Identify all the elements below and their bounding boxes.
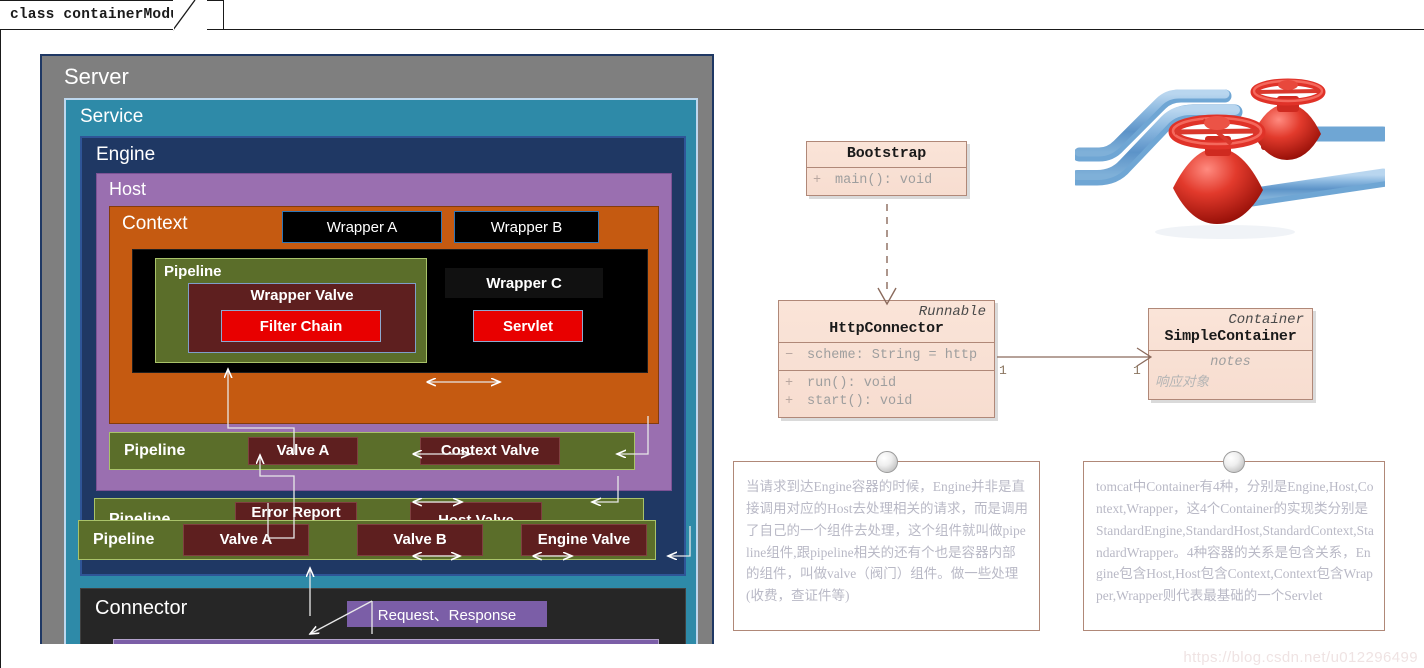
wrapper-c-box: Wrapper C xyxy=(445,268,603,298)
uml-class-simplecontainer-header: Container SimpleContainer xyxy=(1149,309,1312,350)
service-layer-label: Service xyxy=(80,106,144,127)
request-response-box: Request、Response xyxy=(347,601,547,627)
host-layer-label: Host xyxy=(109,179,147,199)
association-target-multiplicity: 1 xyxy=(1133,363,1141,378)
uml-class-bootstrap-methods: + main(): void xyxy=(807,168,966,195)
wrapper-a-box: Wrapper A xyxy=(282,211,442,243)
uml-class-httpconnector-methods: + run(): void + start(): void xyxy=(779,371,994,416)
context-pipeline-row: Pipeline Valve A Context Valve xyxy=(109,432,635,470)
context-layer: Context Wrapper A Wrapper B Pipeline Wra… xyxy=(109,206,659,424)
uml-class-httpconnector-header: Runnable HttpConnector xyxy=(779,301,994,342)
uml-class-httpconnector[interactable]: Runnable HttpConnector − scheme: String =… xyxy=(778,300,995,418)
engine-valve-a: Valve A xyxy=(183,524,309,556)
service-layer: Service Engine Host Context Wrapper A Wr… xyxy=(64,98,698,644)
servlet-box: Servlet xyxy=(473,310,583,342)
uml-class-simplecontainer-notes: notes 响应对象 xyxy=(1149,351,1312,399)
context-valve: Context Valve xyxy=(420,437,560,465)
visibility-marker: + xyxy=(813,173,822,188)
tomcat-architecture-image: Server Service Engine Host Context Wrapp… xyxy=(40,54,714,644)
note-pin-icon xyxy=(875,451,898,473)
valve-illustration xyxy=(1075,60,1385,240)
wrapper-valve-box: Wrapper Valve Filter Chain xyxy=(188,283,416,353)
visibility-marker: + xyxy=(785,394,794,410)
engine-pipeline-row: Pipeline Valve A Valve B Engine Valve xyxy=(78,520,656,560)
diagram-canvas: class containerModule Server Service Eng… xyxy=(0,0,1424,668)
member-signature: main(): void xyxy=(835,173,933,188)
title-tab-slant-icon xyxy=(173,0,207,31)
note-container-kinds[interactable]: tomcat中Container有4种，分别是Engine,Host,Conte… xyxy=(1083,451,1385,631)
host-layer: Host Context Wrapper A Wrapper B Pipelin… xyxy=(96,173,672,491)
csdn-watermark: https://blog.csdn.net/u012296499 xyxy=(1183,649,1418,666)
wrapper-b-box: Wrapper B xyxy=(454,211,599,243)
wrapper-pipeline: Pipeline Wrapper Valve Filter Chain xyxy=(155,258,427,363)
valve-pipes-photo xyxy=(1075,60,1385,240)
uml-notes-label: notes xyxy=(1210,355,1251,370)
uml-member-row: + main(): void xyxy=(813,172,960,190)
engine-valve: Engine Valve xyxy=(521,524,647,556)
server-layer-label: Server xyxy=(64,64,129,89)
uml-class-simplecontainer-name: SimpleContainer xyxy=(1164,328,1297,345)
uml-class-bootstrap[interactable]: Bootstrap + main(): void xyxy=(806,141,967,197)
context-pipeline-label: Pipeline xyxy=(124,442,186,459)
protocol-handler-bar: Protocol Handler BIO NIO APR xyxy=(113,639,659,644)
uml-class-httpconnector-attributes: − scheme: String = http xyxy=(779,343,994,370)
engine-layer: Engine Host Context Wrapper A Wrapper B … xyxy=(80,136,686,576)
uml-class-bootstrap-header: Bootstrap xyxy=(807,142,966,167)
engine-valve-b: Valve B xyxy=(357,524,483,556)
connector-layer-label: Connector xyxy=(95,597,188,619)
member-signature: scheme: String = http xyxy=(807,348,978,363)
frame-title-label: class containerModule xyxy=(10,7,197,23)
filter-chain-box: Filter Chain xyxy=(221,310,381,342)
uml-class-simplecontainer-stereotype: Container xyxy=(1228,312,1304,328)
engine-layer-label: Engine xyxy=(96,144,156,165)
uml-member-row: + start(): void xyxy=(785,393,988,411)
uml-member-row: + run(): void xyxy=(785,375,988,393)
connector-layer: Connector Request、Response Protocol Hand… xyxy=(80,588,686,644)
context-layer-label: Context xyxy=(122,213,188,234)
uml-class-bootstrap-name: Bootstrap xyxy=(846,145,927,162)
uml-member-row: − scheme: String = http xyxy=(785,347,988,365)
uml-notes-text: 响应对象 xyxy=(1155,376,1209,391)
uml-class-httpconnector-stereotype: Runnable xyxy=(918,304,986,320)
note-engine-pipeline-text: 当请求到达Engine容器的时候，Engine并非是直接调用对应的Host去处理… xyxy=(746,479,1029,604)
note-engine-pipeline[interactable]: 当请求到达Engine容器的时候，Engine并非是直接调用对应的Host去处理… xyxy=(733,451,1040,631)
association-source-multiplicity: 1 xyxy=(999,363,1007,378)
uml-class-simplecontainer[interactable]: Container SimpleContainer notes 响应对象 xyxy=(1148,308,1313,400)
context-valve-a: Valve A xyxy=(248,437,358,465)
member-signature: start(): void xyxy=(807,394,913,410)
uml-class-httpconnector-name: HttpConnector xyxy=(829,320,944,337)
engine-pipeline-label: Pipeline xyxy=(93,531,155,548)
wrapper-pipeline-label: Pipeline xyxy=(164,263,222,280)
wrapper-valve-label: Wrapper Valve xyxy=(250,287,354,304)
note-container-kinds-text: tomcat中Container有4种，分别是Engine,Host,Conte… xyxy=(1096,479,1374,604)
visibility-marker: − xyxy=(785,348,794,363)
visibility-marker: + xyxy=(785,376,794,392)
member-signature: run(): void xyxy=(807,376,897,392)
note-pin-icon xyxy=(1223,451,1245,473)
wrapper-internals-panel: Pipeline Wrapper Valve Filter Chain Wrap… xyxy=(132,249,648,373)
